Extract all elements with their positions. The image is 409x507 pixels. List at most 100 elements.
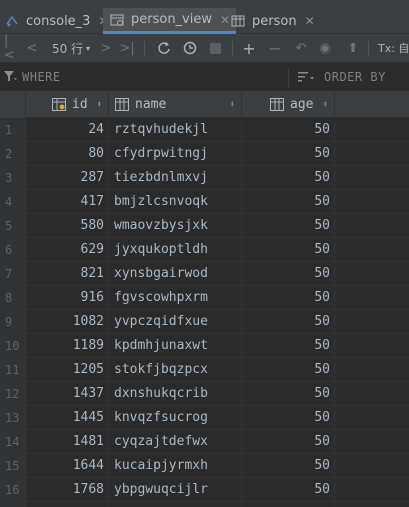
table-row[interactable]: 1 24 rztqvhudekjl 50 [0, 118, 409, 142]
add-row-icon[interactable]: + [242, 39, 256, 58]
last-page-icon[interactable]: >| [119, 39, 134, 57]
column-header-id[interactable]: id ⬍ [26, 91, 109, 118]
cell-age[interactable]: 50 [242, 406, 335, 430]
cell-age[interactable]: 50 [242, 502, 335, 507]
cell-id[interactable]: 1768 [26, 478, 109, 502]
row-number[interactable]: 17 [0, 502, 26, 507]
table-row[interactable]: 3 287 tiezbdnlmxvj 50 [0, 166, 409, 190]
cell-name[interactable]: cyqzajtdefwx [109, 430, 242, 454]
table-row[interactable]: 12 1437 dxnshukqcrib 50 [0, 382, 409, 406]
cell-age[interactable]: 50 [242, 118, 335, 142]
cell-age[interactable]: 50 [242, 382, 335, 406]
close-icon[interactable]: ✕ [220, 13, 230, 27]
cell-age[interactable]: 50 [242, 358, 335, 382]
row-number[interactable]: 5 [0, 214, 26, 238]
cell-name[interactable]: wmaovzbysjxk [109, 214, 242, 238]
stop-icon[interactable] [208, 39, 222, 57]
cell-age[interactable]: 50 [242, 142, 335, 166]
preview-changes-icon[interactable]: ◉ [318, 39, 332, 57]
row-number[interactable]: 11 [0, 358, 26, 382]
row-number[interactable]: 4 [0, 190, 26, 214]
cell-age[interactable]: 50 [242, 286, 335, 310]
column-header-name[interactable]: name ⬍ [109, 91, 242, 118]
cell-age[interactable]: 50 [242, 262, 335, 286]
cell-age[interactable]: 50 [242, 190, 335, 214]
cell-age[interactable]: 50 [242, 310, 335, 334]
next-page-icon[interactable]: > [100, 39, 112, 57]
cell-id[interactable]: 821 [26, 262, 109, 286]
sort-toggle-icon[interactable]: ⬍ [230, 100, 235, 110]
row-number[interactable]: 9 [0, 310, 26, 334]
cell-age[interactable]: 50 [242, 166, 335, 190]
cell-id[interactable]: 24 [26, 118, 109, 142]
cell-name[interactable]: knvqzfsucrog [109, 406, 242, 430]
row-number[interactable]: 12 [0, 382, 26, 406]
cell-name[interactable]: stokfjbqzpcx [109, 358, 242, 382]
row-number[interactable]: 3 [0, 166, 26, 190]
cell-id[interactable]: 1437 [26, 382, 109, 406]
table-row[interactable]: 16 1768 ybpgwuqcijlr 50 [0, 478, 409, 502]
cell-name[interactable]: zkfaehlxypmn [109, 502, 242, 507]
cell-name[interactable]: ybpgwuqcijlr [109, 478, 242, 502]
table-row[interactable]: 10 1189 kpdmhjunaxwt 50 [0, 334, 409, 358]
page-size-select[interactable]: 50 行 ▾ [50, 39, 92, 57]
row-number[interactable]: 1 [0, 118, 26, 142]
cell-id[interactable]: 1445 [26, 406, 109, 430]
row-number[interactable]: 13 [0, 406, 26, 430]
sort-toggle-icon[interactable]: ⬍ [323, 100, 328, 110]
cell-name[interactable]: kucaipjyrmxh [109, 454, 242, 478]
cell-name[interactable]: bmjzlcsnvoqk [109, 190, 242, 214]
table-row[interactable]: 5 580 wmaovzbysjxk 50 [0, 214, 409, 238]
row-number[interactable]: 7 [0, 262, 26, 286]
tab-person[interactable]: person ✕ [230, 8, 315, 34]
row-number[interactable]: 8 [0, 286, 26, 310]
tab-console-3[interactable]: console_3 ✕ [4, 8, 109, 34]
table-row[interactable]: 8 916 fgvscowhpxrm 50 [0, 286, 409, 310]
cell-name[interactable]: rztqvhudekjl [109, 118, 242, 142]
row-number[interactable]: 2 [0, 142, 26, 166]
table-row[interactable]: 14 1481 cyqzajtdefwx 50 [0, 430, 409, 454]
cell-age[interactable]: 50 [242, 238, 335, 262]
table-row[interactable]: 7 821 xynsbgairwod 50 [0, 262, 409, 286]
cell-id[interactable]: 287 [26, 166, 109, 190]
cell-id[interactable]: 629 [26, 238, 109, 262]
close-icon[interactable]: ✕ [305, 14, 315, 28]
transaction-mode-select[interactable]: Tx: 自 [378, 39, 409, 57]
where-filter-input[interactable]: WHERE [22, 70, 61, 84]
cell-id[interactable]: 80 [26, 142, 109, 166]
delete-row-icon[interactable]: − [268, 39, 282, 58]
row-number[interactable]: 14 [0, 430, 26, 454]
cell-id[interactable]: 1826 [26, 502, 109, 507]
refresh-icon[interactable] [156, 39, 172, 57]
cell-name[interactable]: cfydrpwitngj [109, 142, 242, 166]
cell-age[interactable]: 50 [242, 430, 335, 454]
cell-name[interactable]: fgvscowhpxrm [109, 286, 242, 310]
cell-name[interactable]: tiezbdnlmxvj [109, 166, 242, 190]
cell-id[interactable]: 916 [26, 286, 109, 310]
cell-id[interactable]: 1481 [26, 430, 109, 454]
query-history-icon[interactable] [182, 39, 198, 57]
table-row[interactable]: 2 80 cfydrpwitngj 50 [0, 142, 409, 166]
cell-name[interactable]: kpdmhjunaxwt [109, 334, 242, 358]
cell-id[interactable]: 580 [26, 214, 109, 238]
table-row[interactable]: 15 1644 kucaipjyrmxh 50 [0, 454, 409, 478]
first-page-icon[interactable]: |< [4, 33, 18, 63]
cell-name[interactable]: dxnshukqcrib [109, 382, 242, 406]
revert-icon[interactable]: ↶ [294, 39, 308, 57]
column-header-age[interactable]: age ⬍ [242, 91, 335, 118]
cell-name[interactable]: xynsbgairwod [109, 262, 242, 286]
cell-age[interactable]: 50 [242, 478, 335, 502]
table-row[interactable]: 171826zkfaehlxypmn50 [0, 502, 409, 507]
row-number[interactable]: 6 [0, 238, 26, 262]
tab-person-view[interactable]: person_view ✕ [103, 8, 237, 34]
cell-id[interactable]: 1189 [26, 334, 109, 358]
cell-age[interactable]: 50 [242, 454, 335, 478]
table-row[interactable]: 6 629 jyxqukoptldh 50 [0, 238, 409, 262]
previous-page-icon[interactable]: < [26, 39, 38, 57]
table-row[interactable]: 9 1082 yvpczqidfxue 50 [0, 310, 409, 334]
cell-name[interactable]: jyxqukoptldh [109, 238, 242, 262]
table-row[interactable]: 13 1445 knvqzfsucrog 50 [0, 406, 409, 430]
cell-id[interactable]: 1644 [26, 454, 109, 478]
cell-id[interactable]: 417 [26, 190, 109, 214]
row-number[interactable]: 10 [0, 334, 26, 358]
